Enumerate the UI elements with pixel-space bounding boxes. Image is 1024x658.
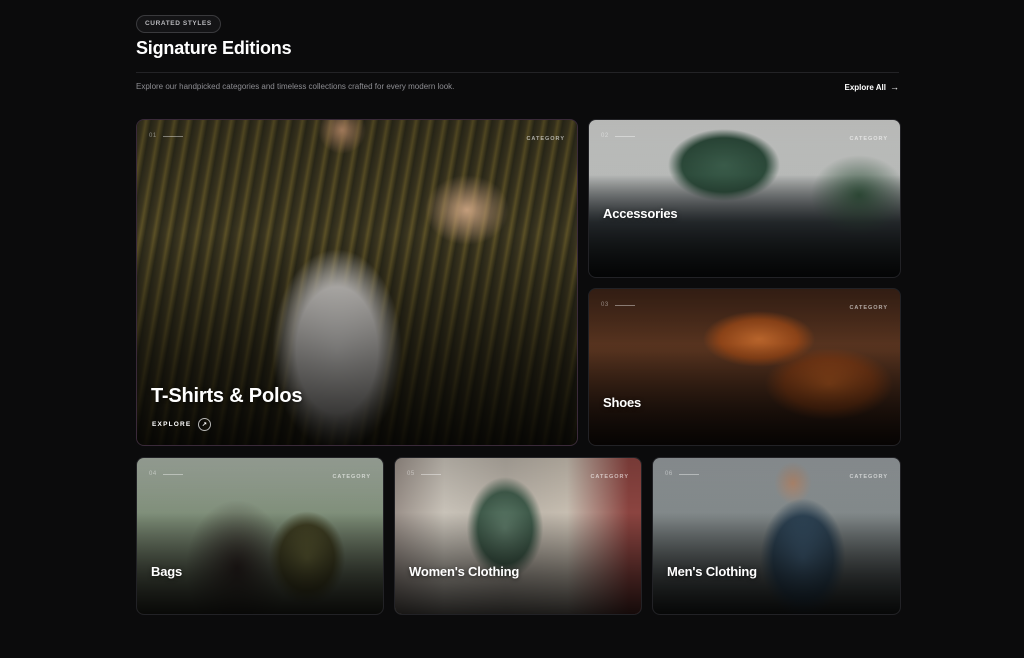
category-title: Women's Clothing	[409, 564, 520, 579]
divider	[136, 72, 899, 73]
explore-all-label: Explore All	[844, 82, 887, 92]
category-tag: CATEGORY	[590, 474, 629, 480]
card-number: 01	[149, 133, 157, 139]
category-card-bags[interactable]: 04 CATEGORY Bags	[136, 457, 384, 615]
signature-editions-section: CURATED STYLES Signature Editions Explor…	[136, 0, 901, 658]
category-tag: CATEGORY	[849, 305, 888, 311]
category-tag: CATEGORY	[849, 474, 888, 480]
category-tag: CATEGORY	[526, 136, 565, 142]
card-number: 03	[601, 302, 609, 308]
curated-styles-badge: CURATED STYLES	[136, 15, 221, 33]
category-tag: CATEGORY	[849, 136, 888, 142]
card-number: 06	[665, 471, 673, 477]
explore-button[interactable]: EXPLORE ↗	[152, 418, 212, 431]
explore-label: EXPLORE	[152, 421, 192, 428]
arrow-right-icon: →	[890, 82, 899, 92]
card-number: 05	[407, 471, 415, 477]
section-title: Signature Editions	[136, 38, 292, 58]
category-card-accessories[interactable]: 02 CATEGORY Accessories	[588, 119, 901, 278]
card-number: 02	[601, 133, 609, 139]
section-subtitle: Explore our handpicked categories and ti…	[136, 82, 455, 91]
category-card-mens-clothing[interactable]: 06 CATEGORY Men's Clothing	[652, 457, 901, 615]
category-title: T-Shirts & Polos	[151, 385, 303, 407]
card-number: 04	[149, 471, 157, 477]
explore-all-link[interactable]: Explore All →	[845, 82, 900, 92]
category-title: Accessories	[603, 206, 678, 221]
category-tag: CATEGORY	[332, 474, 371, 480]
category-title: Shoes	[603, 395, 642, 410]
category-card-shoes[interactable]: 03 CATEGORY Shoes	[588, 288, 901, 446]
category-title: Bags	[151, 564, 182, 579]
category-card-womens-clothing[interactable]: 05 CATEGORY Women's Clothing	[394, 457, 642, 615]
arrow-up-right-icon: ↗	[198, 418, 212, 431]
category-card-tshirts-polos[interactable]: 01 CATEGORY T-Shirts & Polos EXPLORE ↗	[136, 119, 578, 446]
category-title: Men's Clothing	[667, 564, 757, 579]
